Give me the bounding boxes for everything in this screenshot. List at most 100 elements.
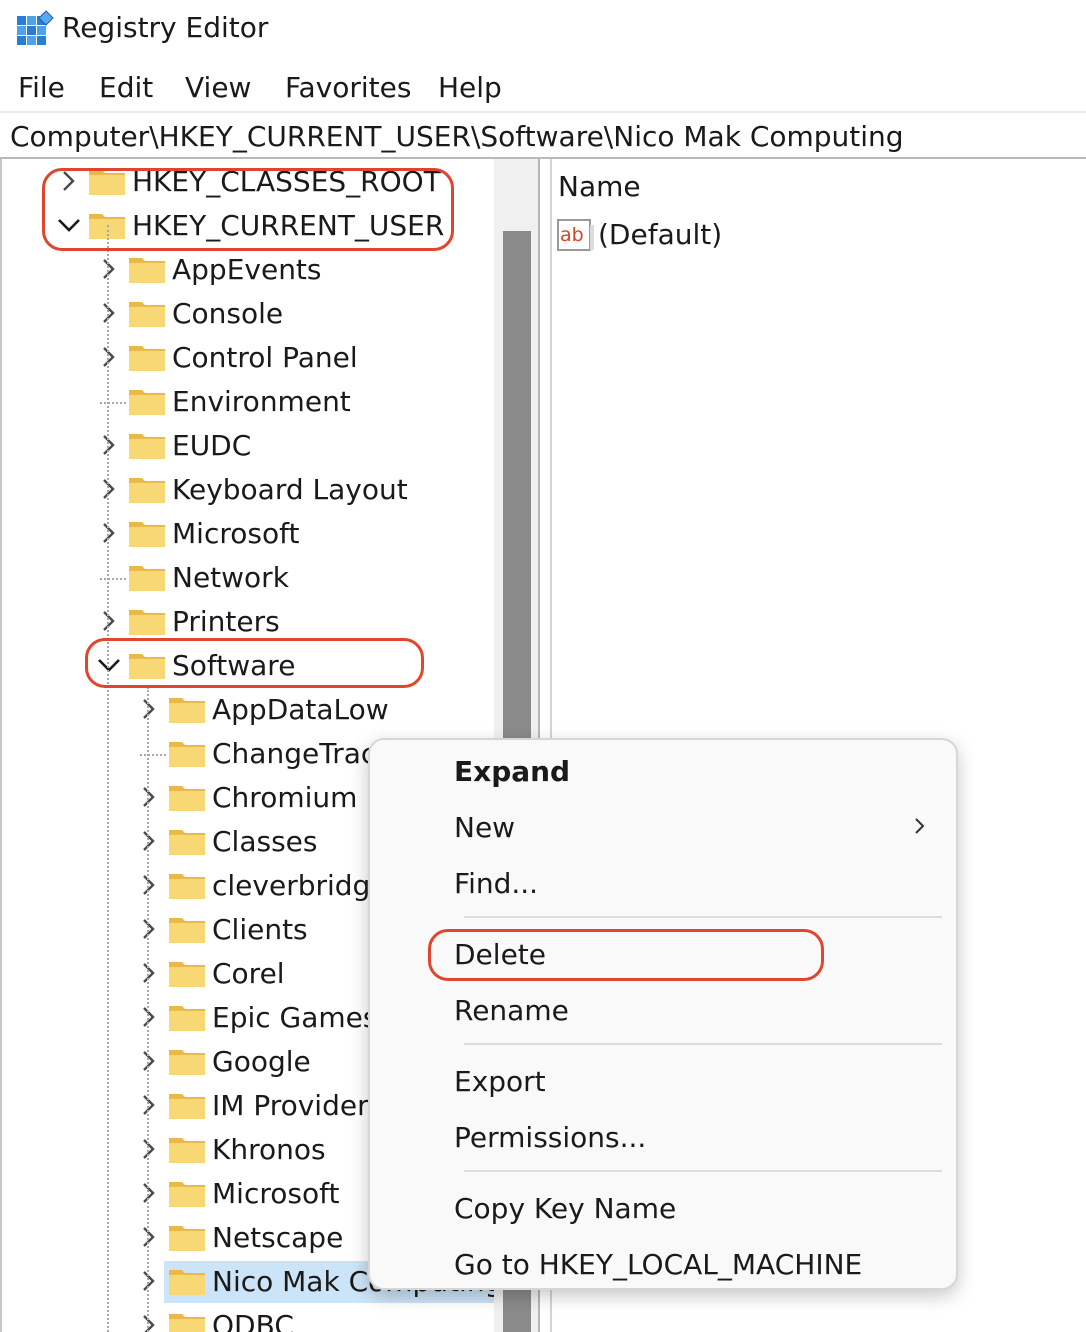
tree-node-odbc[interactable]: ODBC <box>2 1304 538 1332</box>
folder-icon <box>169 918 205 943</box>
menu-item-find[interactable]: Find... <box>454 864 538 904</box>
menu-item-expand[interactable]: Expand <box>454 752 570 792</box>
tree-node-label: Classes <box>212 825 318 858</box>
menu-favorites[interactable]: Favorites <box>285 66 411 110</box>
chevron-right-icon[interactable] <box>134 694 164 724</box>
menu-file[interactable]: File <box>18 66 65 110</box>
folder-icon <box>169 786 205 811</box>
tree-node-label: HKEY_CLASSES_ROOT <box>132 165 441 198</box>
tree-node-label: Microsoft <box>212 1177 340 1210</box>
chevron-right-icon[interactable] <box>134 870 164 900</box>
chevron-right-icon[interactable] <box>134 1222 164 1252</box>
string-value-icon: ab <box>557 219 594 251</box>
chevron-right-icon[interactable] <box>134 782 164 812</box>
tree-node-environment[interactable]: Environment <box>2 380 538 424</box>
chevron-right-icon[interactable] <box>94 474 124 504</box>
address-bar[interactable]: Computer\HKEY_CURRENT_USER\Software\Nico… <box>0 111 1086 159</box>
menu-item-export[interactable]: Export <box>454 1062 546 1102</box>
tree-node-microsoft[interactable]: Microsoft <box>2 512 538 556</box>
chevron-right-icon[interactable] <box>94 298 124 328</box>
folder-icon <box>169 1314 205 1332</box>
menu-item-new[interactable]: New <box>454 808 515 848</box>
chevron-right-icon[interactable] <box>94 254 124 284</box>
chevron-right-icon[interactable] <box>94 606 124 636</box>
folder-icon <box>129 610 165 635</box>
chevron-down-icon[interactable] <box>54 210 84 240</box>
title-bar: Registry Editor <box>0 0 1086 56</box>
tree-node-label: Control Panel <box>172 341 358 374</box>
tree-node-label: cleverbridge <box>212 869 388 902</box>
chevron-right-icon[interactable] <box>134 958 164 988</box>
chevron-right-icon[interactable] <box>134 914 164 944</box>
chevron-right-icon[interactable] <box>134 1090 164 1120</box>
menu-separator <box>464 1170 942 1172</box>
svg-text:ab: ab <box>560 224 584 246</box>
chevron-down-icon[interactable] <box>94 650 124 680</box>
tree-node-label: HKEY_CURRENT_USER <box>132 209 445 242</box>
menu-item-rename[interactable]: Rename <box>454 991 569 1031</box>
tree-node-label: Keyboard Layout <box>172 473 408 506</box>
menu-item-go-to-hklm[interactable]: Go to HKEY_LOCAL_MACHINE <box>454 1245 862 1285</box>
folder-icon <box>129 434 165 459</box>
tree-node-label: Chromium <box>212 781 358 814</box>
tree-node-label: Epic Games <box>212 1001 378 1034</box>
folder-icon <box>169 1094 205 1119</box>
tree-node-label: Corel <box>212 957 285 990</box>
chevron-right-icon[interactable] <box>134 1310 164 1332</box>
menu-item-permissions[interactable]: Permissions... <box>454 1118 646 1158</box>
folder-icon <box>169 830 205 855</box>
tree-node-label: Clients <box>212 913 308 946</box>
tree-node-label: Software <box>172 649 296 682</box>
tree-node-appdatalow[interactable]: AppDataLow <box>2 688 538 732</box>
chevron-right-icon[interactable] <box>134 1134 164 1164</box>
tree-node-label: EUDC <box>172 429 252 462</box>
chevron-right-icon[interactable] <box>94 342 124 372</box>
chevron-right-icon[interactable] <box>134 1046 164 1076</box>
tree-node-hkey-classes-root[interactable]: HKEY_CLASSES_ROOT <box>2 160 538 204</box>
chevron-right-icon[interactable] <box>134 1178 164 1208</box>
tree-node-console[interactable]: Console <box>2 292 538 336</box>
tree-node-label: Environment <box>172 385 351 418</box>
folder-icon <box>169 874 205 899</box>
tree-node-hkey-current-user[interactable]: HKEY_CURRENT_USER <box>2 204 538 248</box>
folder-icon <box>129 478 165 503</box>
tree-connector <box>140 754 166 756</box>
submenu-arrow-icon <box>915 818 925 834</box>
folder-icon <box>169 962 205 987</box>
column-header-name[interactable]: Name <box>558 169 641 205</box>
folder-icon <box>169 1270 205 1295</box>
menu-view[interactable]: View <box>185 66 251 110</box>
folder-icon <box>129 302 165 327</box>
folder-icon <box>129 522 165 547</box>
menu-item-delete[interactable]: Delete <box>454 935 546 975</box>
chevron-right-icon[interactable] <box>94 518 124 548</box>
tree-node-network[interactable]: Network <box>2 556 538 600</box>
chevron-right-icon[interactable] <box>134 826 164 856</box>
address-path[interactable]: Computer\HKEY_CURRENT_USER\Software\Nico… <box>10 119 904 155</box>
value-row[interactable]: ab (Default) <box>556 215 956 255</box>
folder-icon <box>169 1182 205 1207</box>
folder-icon <box>129 390 165 415</box>
chevron-right-icon[interactable] <box>54 166 84 196</box>
tree-connector <box>147 687 149 1332</box>
chevron-right-icon[interactable] <box>134 1002 164 1032</box>
tree-node-keyboard-layout[interactable]: Keyboard Layout <box>2 468 538 512</box>
menu-bar: File Edit View Favorites Help <box>0 66 1086 110</box>
tree-node-appevents[interactable]: AppEvents <box>2 248 538 292</box>
tree-node-control-panel[interactable]: Control Panel <box>2 336 538 380</box>
tree-node-printers[interactable]: Printers <box>2 600 538 644</box>
tree-node-label: AppDataLow <box>212 693 389 726</box>
menu-edit[interactable]: Edit <box>99 66 153 110</box>
menu-item-copy-key-name[interactable]: Copy Key Name <box>454 1189 676 1229</box>
folder-icon <box>169 742 205 767</box>
chevron-right-icon[interactable] <box>134 1266 164 1296</box>
tree-node-software[interactable]: Software <box>2 644 538 688</box>
tree-node-label: ChangeTrac <box>212 737 377 770</box>
menu-help[interactable]: Help <box>438 66 502 110</box>
tree-node-label: Google <box>212 1045 311 1078</box>
tree-node-eudc[interactable]: EUDC <box>2 424 538 468</box>
tree-node-label: AppEvents <box>172 253 322 286</box>
chevron-right-icon[interactable] <box>94 430 124 460</box>
tree-node-label: Console <box>172 297 284 330</box>
tree-node-label: Printers <box>172 605 280 638</box>
